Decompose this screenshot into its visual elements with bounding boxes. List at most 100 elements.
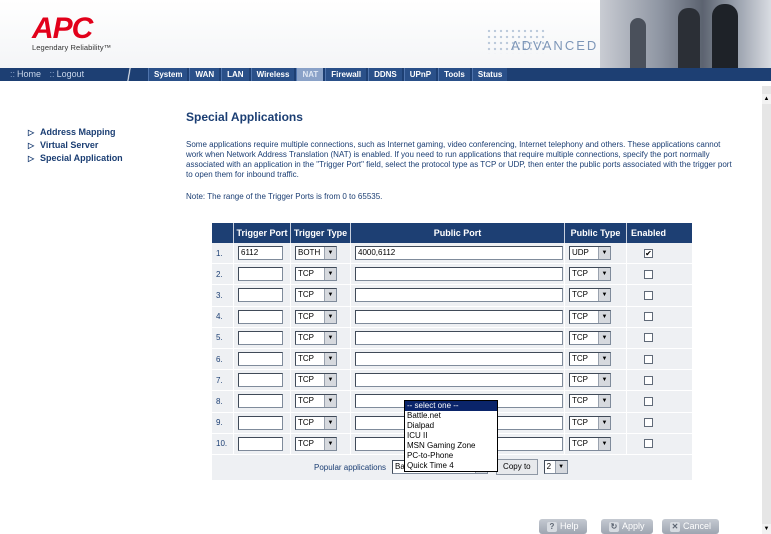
dropdown-option[interactable]: -- select one --	[405, 401, 497, 411]
public-type-select[interactable]: TCP ▼	[569, 394, 611, 409]
public-type-select[interactable]: TCP ▼	[569, 330, 611, 345]
trigger-type-select[interactable]: TCP ▼	[295, 267, 337, 282]
public-type-select[interactable]: TCP ▼	[569, 288, 611, 303]
help-button[interactable]: ? Help	[539, 519, 587, 534]
chevron-down-icon: ▼	[324, 331, 336, 344]
public-type-select[interactable]: TCP ▼	[569, 267, 611, 282]
public-port-dropdown-list[interactable]: -- select one -- Battle.net Dialpad ICU …	[404, 400, 498, 472]
arrow-icon: ▷	[28, 128, 35, 137]
trigger-type-select[interactable]: TCP ▼	[295, 373, 337, 388]
trigger-port-input[interactable]	[238, 309, 283, 324]
menu-item-virtual-server[interactable]: ▷ Virtual Server	[28, 139, 168, 152]
public-type-cell: TCP ▼	[565, 348, 627, 370]
tab-wan[interactable]: WAN	[189, 68, 220, 81]
copy-to-button[interactable]: Copy to	[496, 459, 538, 476]
public-type-cell: UDP ▼	[565, 243, 627, 264]
trigger-port-cell	[234, 264, 291, 285]
cancel-button[interactable]: ✕ Cancel	[662, 519, 720, 534]
enabled-checkbox[interactable]	[644, 290, 653, 300]
dropdown-option[interactable]: Battle.net	[405, 411, 497, 421]
tab-system[interactable]: System	[148, 68, 188, 81]
logo-tagline: Legendary Reliability™	[32, 43, 112, 52]
public-type-select[interactable]: TCP ▼	[569, 373, 611, 388]
header-trigger-port: Trigger Port	[234, 223, 291, 243]
trigger-type-select[interactable]: BOTH ▼	[295, 246, 337, 261]
row-number: 2.	[212, 264, 234, 285]
scroll-down-icon[interactable]: ▼	[762, 524, 771, 534]
trigger-type-select[interactable]: TCP ▼	[295, 352, 337, 367]
trigger-type-select[interactable]: TCP ▼	[295, 394, 337, 409]
apply-button[interactable]: ↻ Apply	[601, 519, 653, 534]
public-type-select[interactable]: TCP ▼	[569, 415, 611, 430]
public-port-input[interactable]	[355, 352, 563, 367]
dropdown-option[interactable]: Dialpad	[405, 421, 497, 431]
menu-item-special-application[interactable]: ▷ Special Application	[28, 152, 168, 165]
tab-firewall[interactable]: Firewall	[325, 68, 367, 81]
tab-lan[interactable]: LAN	[221, 68, 249, 81]
enabled-cell	[627, 391, 670, 411]
enabled-checkbox[interactable]	[644, 439, 653, 449]
enabled-checkbox[interactable]	[644, 375, 653, 385]
public-type-select[interactable]: TCP ▼	[569, 352, 611, 367]
trigger-port-input[interactable]	[238, 330, 283, 345]
trigger-type-select[interactable]: TCP ▼	[295, 309, 337, 324]
logout-link[interactable]: Logout	[57, 69, 85, 79]
public-port-input[interactable]	[355, 288, 563, 303]
trigger-type-select[interactable]: TCP ▼	[295, 288, 337, 303]
trigger-port-input[interactable]	[238, 352, 283, 367]
dropdown-option[interactable]: Quick Time 4	[405, 461, 497, 471]
public-port-input[interactable]	[355, 267, 563, 282]
trigger-port-input[interactable]	[238, 373, 283, 388]
public-port-cell: 4000,6112	[351, 243, 565, 264]
trigger-port-input[interactable]	[238, 415, 283, 430]
tab-wireless[interactable]: Wireless	[250, 68, 295, 81]
row-number: 9.	[212, 412, 234, 433]
scroll-up-icon[interactable]: ▲	[762, 94, 771, 104]
public-port-input[interactable]	[355, 330, 563, 345]
enabled-cell: ✔	[627, 243, 670, 263]
tab-tools[interactable]: Tools	[438, 68, 470, 81]
vertical-scrollbar[interactable]: ▲ ▼	[762, 86, 771, 534]
public-port-input[interactable]: 4000,6112	[355, 246, 563, 261]
menu-item-address-mapping[interactable]: ▷ Address Mapping	[28, 126, 168, 139]
enabled-checkbox[interactable]	[644, 354, 653, 364]
chevron-down-icon: ▼	[598, 437, 610, 450]
trigger-type-select[interactable]: TCP ▼	[295, 415, 337, 430]
trigger-type-select[interactable]: TCP ▼	[295, 330, 337, 345]
trigger-port-input[interactable]	[238, 436, 283, 451]
logo-text: APC	[32, 12, 93, 45]
public-port-input[interactable]	[355, 373, 563, 388]
dropdown-option[interactable]: MSN Gaming Zone	[405, 441, 497, 451]
enabled-checkbox[interactable]	[644, 333, 653, 343]
home-link[interactable]: Home	[17, 69, 41, 79]
arrow-icon: ▷	[28, 141, 35, 150]
chevron-down-icon: ▼	[324, 268, 336, 281]
enabled-checkbox[interactable]	[644, 396, 653, 406]
trigger-port-input[interactable]	[238, 267, 283, 282]
tab-status[interactable]: Status	[471, 68, 508, 81]
tab-ddns[interactable]: DDNS	[368, 68, 402, 81]
public-port-input[interactable]	[355, 309, 563, 324]
enabled-checkbox[interactable]	[644, 312, 653, 322]
enabled-checkbox[interactable]	[644, 418, 653, 428]
header-public-port: Public Port	[351, 223, 565, 243]
tab-upnp[interactable]: UPnP	[403, 68, 437, 81]
trigger-type-cell: TCP ▼	[291, 348, 351, 370]
public-type-select[interactable]: TCP ▼	[569, 436, 611, 451]
tab-nat[interactable]: NAT	[296, 68, 324, 81]
chevron-down-icon: ▼	[598, 331, 610, 344]
trigger-port-input[interactable]: 6112	[238, 246, 283, 261]
trigger-type-select[interactable]: TCP ▼	[295, 436, 337, 451]
public-type-select[interactable]: UDP ▼	[569, 246, 611, 261]
trigger-port-input[interactable]	[238, 288, 283, 303]
chevron-down-icon: ▼	[598, 395, 610, 408]
copy-target-select[interactable]: 2 ▼	[543, 460, 568, 475]
table-row: 1. 6112 BOTH ▼ 4000,6112 UDP ▼ ✔	[212, 243, 692, 265]
public-type-select[interactable]: TCP ▼	[569, 309, 611, 324]
enabled-checkbox[interactable]	[644, 269, 653, 279]
trigger-port-input[interactable]	[238, 394, 283, 409]
trigger-type-cell: TCP ▼	[291, 391, 351, 412]
enabled-checkbox[interactable]: ✔	[644, 248, 653, 258]
dropdown-option[interactable]: PC-to-Phone	[405, 451, 497, 461]
dropdown-option[interactable]: ICU II	[405, 431, 497, 441]
